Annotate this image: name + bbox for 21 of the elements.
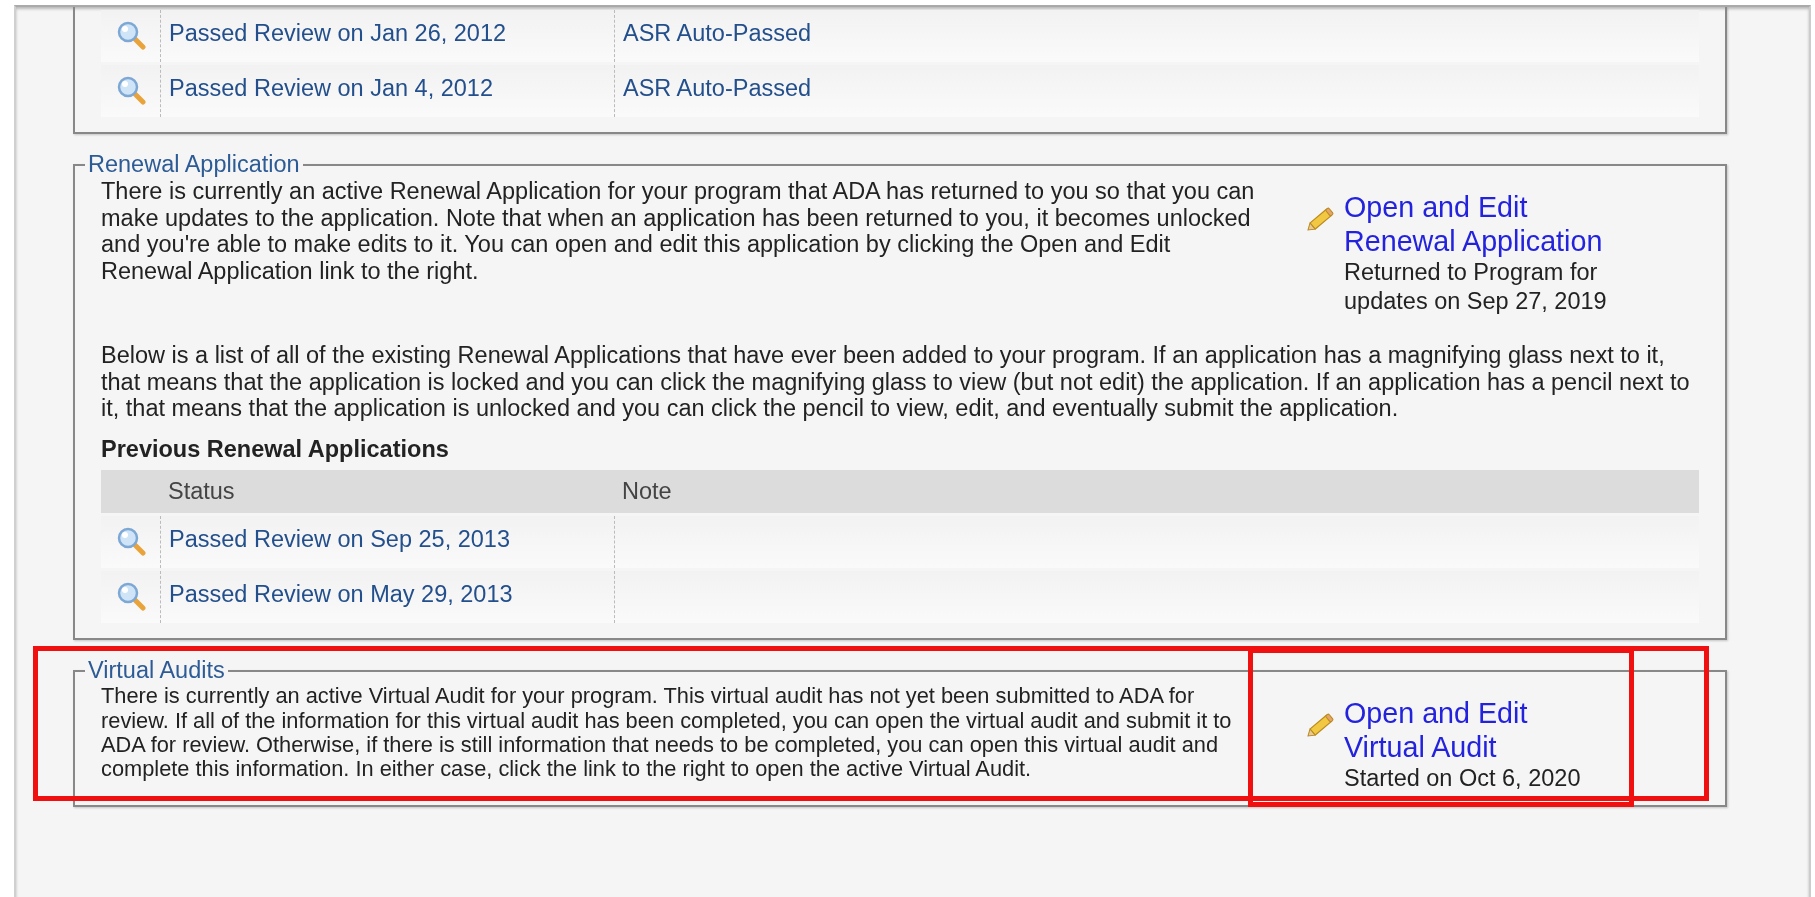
status-detail: Returned to Program for updates on Sep 27, 2019: [1344, 258, 1608, 316]
magnifier-icon[interactable]: [115, 19, 146, 50]
column-header: Status: [160, 470, 614, 514]
description-text: There is currently an active Renewal Application for your program that ADA has returned to you so that you can make updates to the application. Note that when an application has been returned to you, it becomes unlocked and you're able to make edits to it. You can open and edit this application by clicking the Open and Edit Renewal Application link to the right.: [101, 178, 1256, 286]
status-link[interactable]: Passed Review on Sep 25, 2013: [169, 526, 510, 553]
magnifier-icon[interactable]: [115, 526, 146, 557]
table-title: Previous Renewal Applications: [101, 434, 450, 464]
open-edit-link[interactable]: Open and Edit Renewal Application: [1344, 190, 1610, 258]
section-legend: Renewal Application: [85, 151, 303, 177]
note-text: ASR Auto-Passed: [623, 20, 812, 46]
status-detail: Started on Oct 6, 2020: [1344, 764, 1582, 794]
column-header: Note: [614, 470, 1699, 514]
magnifier-icon[interactable]: [115, 74, 146, 105]
magnifier-icon[interactable]: [115, 581, 146, 612]
status-link[interactable]: Passed Review on May 29, 2013: [169, 581, 513, 608]
table-header-cell: [101, 470, 160, 514]
note-text: ASR Auto-Passed: [623, 75, 812, 101]
status-link[interactable]: Passed Review on Jan 4, 2012: [169, 75, 493, 101]
description-text: There is currently an active Virtual Audit for your program. This virtual audit has not yet been submitted to ADA for review. If all of the information for this virtual audit has been completed, you can open the virtual audit and submit it to ADA for review. Otherwise, if there is still information that needs to be completed, you can open this virtual audit and complete this information. In either case, click the link to the right to open the active Virtual Audit.: [101, 684, 1233, 784]
instructions-text: Below is a list of all of the existing Renewal Applications that have ever been added to your program. If an application has a magnifying glass next to it, that means that the application is locked and you can click the magnifying glass to view (but not edit) the application. If an application has a pencil next to it, that means that the application is unlocked and you can click the pencil to view, edit, and eventually submit the application.: [101, 342, 1691, 422]
open-edit-link[interactable]: Open and Edit Virtual Audit: [1344, 696, 1610, 765]
